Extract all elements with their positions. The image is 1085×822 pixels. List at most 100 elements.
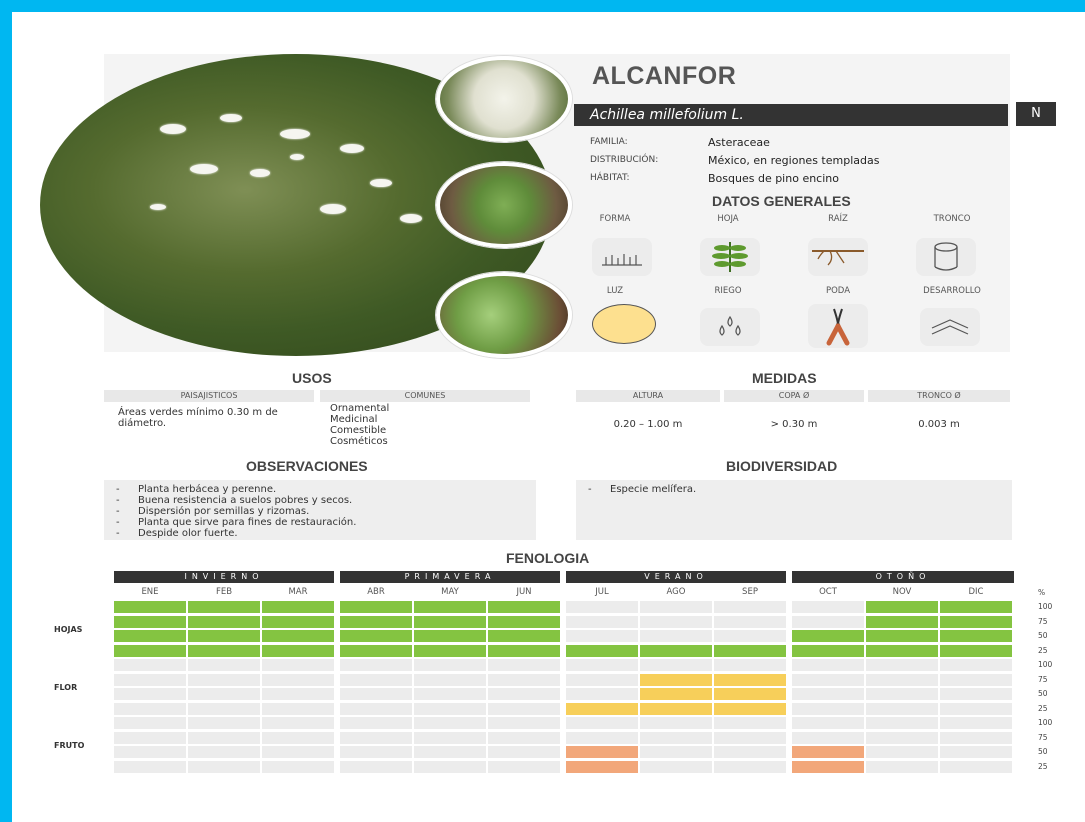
biodiversidad-item: Especie melífera. xyxy=(610,484,697,495)
phenology-cell xyxy=(714,717,786,729)
phenology-cell xyxy=(488,673,560,686)
observacion-item: Planta herbácea y perenne. xyxy=(138,484,277,495)
medidas-title: MEDIDAS xyxy=(752,370,817,386)
month-label: MAY xyxy=(441,587,459,597)
luz-label: LUZ xyxy=(606,286,624,296)
flower-detail-photo xyxy=(436,56,572,142)
month-label: FEB xyxy=(215,587,233,597)
phenology-cell xyxy=(940,644,1012,657)
observacion-bullet: - xyxy=(116,506,120,517)
phenology-cell xyxy=(488,760,560,773)
phenology-cell xyxy=(566,644,638,657)
phenology-cell xyxy=(414,717,486,729)
raiz-label: RAÍZ xyxy=(828,214,848,224)
phenology-cell xyxy=(188,702,260,715)
phenology-cell xyxy=(114,746,186,758)
phenology-cell xyxy=(488,630,560,642)
phenology-cell xyxy=(566,630,638,642)
phenology-cell xyxy=(640,644,712,657)
percent-level-label: 75 xyxy=(1038,732,1048,742)
phenology-cell xyxy=(262,659,334,671)
phenology-cell xyxy=(866,659,938,671)
phenology-cell xyxy=(188,673,260,686)
phenology-cell xyxy=(114,601,186,613)
month-label: OCT xyxy=(819,587,837,597)
phenology-cell xyxy=(792,717,864,729)
phenology-cell xyxy=(792,760,864,773)
season-verano: VERANO xyxy=(566,571,786,583)
grass-form-icon xyxy=(592,238,652,276)
phenology-cell xyxy=(714,760,786,773)
phenology-cell xyxy=(640,717,712,729)
tronco-diam-header: TRONCO Ø xyxy=(868,390,1010,402)
phenology-cell xyxy=(566,615,638,628)
phenology-cell xyxy=(340,673,412,686)
copa-value: > 0.30 m xyxy=(770,419,818,430)
habitat-value: Bosques de pino encino xyxy=(708,172,839,185)
observaciones-title: OBSERVACIONES xyxy=(246,458,368,474)
phenology-cell xyxy=(488,731,560,744)
phenology-cell xyxy=(262,760,334,773)
percent-level-label: 50 xyxy=(1038,747,1048,756)
stem-detail-photo xyxy=(436,272,572,358)
phenology-cell xyxy=(640,630,712,642)
poda-label: PODA xyxy=(825,286,851,296)
phenology-cell xyxy=(640,702,712,715)
phenology-cell xyxy=(792,615,864,628)
phenology-cell xyxy=(792,688,864,700)
phenology-cell xyxy=(940,601,1012,613)
phenology-cell xyxy=(262,673,334,686)
phenology-cell xyxy=(714,688,786,700)
phenology-cell xyxy=(792,702,864,715)
phenology-cell xyxy=(792,731,864,744)
distribucion-value: México, en regiones templadas xyxy=(708,154,880,167)
phenology-cell xyxy=(114,717,186,729)
phenology-cell xyxy=(714,601,786,613)
trunk-icon xyxy=(916,238,976,276)
familia-label: FAMILIA: xyxy=(590,137,628,147)
phenology-cell xyxy=(488,717,560,729)
phenology-cell xyxy=(262,688,334,700)
phenology-cell xyxy=(640,601,712,613)
season-invierno: INVIERNO xyxy=(114,571,334,583)
month-label: MAR xyxy=(288,587,308,597)
phenology-cell xyxy=(640,746,712,758)
phenology-cell xyxy=(792,673,864,686)
forma-label: FORMA xyxy=(599,214,631,224)
phenology-cell xyxy=(340,702,412,715)
phenology-cell xyxy=(866,688,938,700)
phenology-cell xyxy=(714,702,786,715)
phenology-row-label: FRUTO xyxy=(54,741,85,750)
observacion-bullet: - xyxy=(116,528,120,539)
phenology-cell xyxy=(114,615,186,628)
phenology-cell xyxy=(414,731,486,744)
distribucion-label: DISTRIBUCIÓN: xyxy=(590,155,659,165)
phenology-cell xyxy=(340,717,412,729)
percent-level-label: 25 xyxy=(1038,761,1048,771)
riego-label: RIEGO xyxy=(714,286,742,296)
phenology-cell xyxy=(414,644,486,657)
phenology-cell xyxy=(488,746,560,758)
phenology-cell xyxy=(940,630,1012,642)
comunes-item: Cosméticos xyxy=(330,436,388,447)
usos-title: USOS xyxy=(292,370,332,386)
sun-full-icon xyxy=(592,304,656,344)
observacion-item: Planta que sirve para fines de restaurac… xyxy=(138,517,357,528)
phenology-cell xyxy=(566,673,638,686)
month-label: JUN xyxy=(516,587,532,597)
phenology-cell xyxy=(340,659,412,671)
altura-header: ALTURA xyxy=(576,390,720,402)
phenology-cell xyxy=(114,688,186,700)
phenology-cell xyxy=(340,630,412,642)
leaf-detail-photo xyxy=(436,162,572,248)
percent-level-label: 50 xyxy=(1038,689,1048,698)
month-label: SEP xyxy=(742,587,758,597)
tronco-diam-value: 0.003 m xyxy=(918,419,960,430)
phenology-cell xyxy=(566,746,638,758)
phenology-cell xyxy=(940,731,1012,744)
phenology-cell xyxy=(414,673,486,686)
comunes-item: Medicinal xyxy=(330,414,378,425)
phenology-cell xyxy=(866,746,938,758)
phenology-row-label: FLOR xyxy=(54,683,78,692)
phenology-cell xyxy=(188,760,260,773)
